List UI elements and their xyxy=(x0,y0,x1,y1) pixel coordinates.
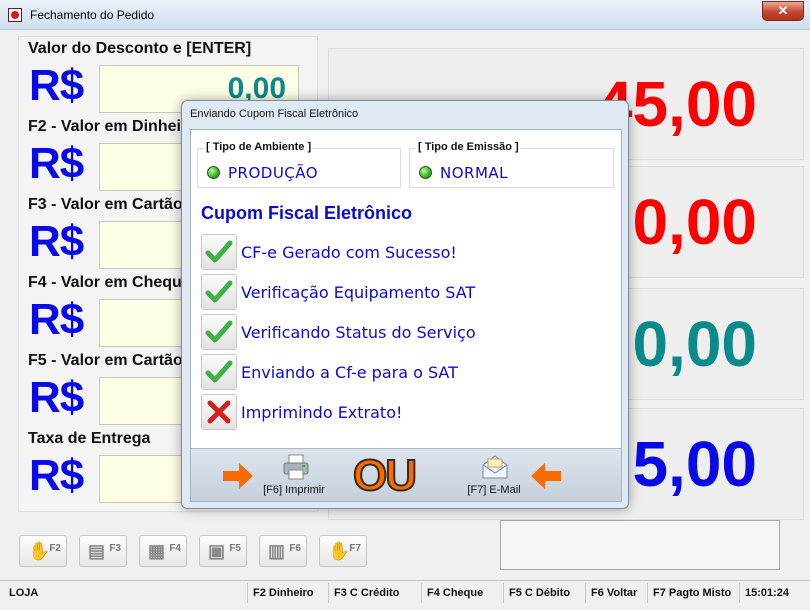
app-icon xyxy=(8,8,22,22)
cash-payment-button[interactable]: ✋ F2 xyxy=(19,535,67,567)
mixed-payment-button[interactable]: ✋ F7 xyxy=(319,535,367,567)
function-key-label: F6 xyxy=(289,543,301,554)
debit-card-payment-button[interactable]: ▣ F5 xyxy=(199,535,247,567)
check-icon xyxy=(201,274,237,310)
delivery-fee-label: Taxa de Entrega xyxy=(28,430,151,447)
message-box xyxy=(500,520,780,570)
credit-card-label: F3 - Valor em Cartão xyxy=(28,196,183,213)
arrow-left-icon xyxy=(531,463,561,489)
function-key-label: F7 xyxy=(349,543,361,554)
status-f5: F5 C Débito xyxy=(503,583,570,603)
step-row: Verificação Equipamento SAT xyxy=(201,274,621,310)
dialog-footer: [F6] Imprimir OU [F7] E-Mail xyxy=(191,448,621,501)
debit-card-icon: ▣ xyxy=(208,541,226,561)
step-text: Verificando Status do Serviço xyxy=(241,323,476,342)
status-f4: F4 Cheque xyxy=(421,583,483,603)
error-x-icon xyxy=(201,394,237,430)
ambiente-value: PRODUÇÃO xyxy=(228,164,319,182)
function-key-label: F3 xyxy=(109,543,121,554)
currency-symbol: R$ xyxy=(29,295,84,344)
status-clock: 15:01:24 xyxy=(739,583,789,603)
step-row: Imprimindo Extrato! xyxy=(201,394,621,430)
status-store: LOJA xyxy=(9,587,39,599)
step-text: Verificação Equipamento SAT xyxy=(241,283,476,302)
dialog-body: [ Tipo de Ambiente ] PRODUÇÃO [ Tipo de … xyxy=(190,129,622,502)
status-f2: F2 Dinheiro xyxy=(247,583,314,603)
status-f3: F3 C Crédito xyxy=(328,583,399,603)
currency-symbol: R$ xyxy=(29,217,84,266)
printer-icon xyxy=(283,454,309,480)
debit-card-label: F5 - Valor em Cartão xyxy=(28,352,183,369)
check-icon xyxy=(201,234,237,270)
email-label: [F7] E-Mail xyxy=(467,484,521,496)
emissao-label: [ Tipo de Emissão ] xyxy=(416,141,521,153)
return-button[interactable]: ▥ F6 xyxy=(259,535,307,567)
email-button[interactable]: [F7] E-Mail xyxy=(449,451,539,499)
currency-symbol: R$ xyxy=(29,373,84,422)
function-key-label: F4 xyxy=(169,543,181,554)
ambiente-group: [ Tipo de Ambiente ] PRODUÇÃO xyxy=(197,141,401,188)
step-row: CF-e Gerado com Sucesso! xyxy=(201,234,621,270)
sat-dialog: Enviando Cupom Fiscal Eletrônico [ Tipo … xyxy=(181,100,629,509)
step-text: Enviando a Cf-e para o SAT xyxy=(241,363,458,382)
remaining-value: 0,00 xyxy=(632,308,757,380)
function-key-label: F5 xyxy=(229,543,241,554)
check-book-icon: ▦ xyxy=(148,541,166,561)
window-title: Fechamento do Pedido xyxy=(30,8,155,22)
cfe-heading: Cupom Fiscal Eletrônico xyxy=(201,203,413,223)
status-f6: F6 Voltar xyxy=(585,583,637,603)
currency-symbol: R$ xyxy=(29,139,84,188)
currency-symbol: R$ xyxy=(29,451,84,500)
card-visa-icon: ▤ xyxy=(88,541,106,561)
dialog-title: Enviando Cupom Fiscal Eletrônico xyxy=(190,108,359,120)
status-bar: LOJA F2 Dinheiro F3 C Crédito F4 Cheque … xyxy=(0,580,810,604)
ambiente-label: [ Tipo de Ambiente ] xyxy=(204,141,314,153)
return-icon: ▥ xyxy=(268,541,286,561)
emissao-group: [ Tipo de Emissão ] NORMAL xyxy=(409,141,614,188)
discount-label: Valor do Desconto e [ENTER] xyxy=(28,40,252,57)
step-row: Verificando Status do Serviço xyxy=(201,314,621,350)
credit-card-payment-button[interactable]: ▤ F3 xyxy=(79,535,127,567)
cash-hand-icon: ✋ xyxy=(28,541,51,561)
check-payment-button[interactable]: ▦ F4 xyxy=(139,535,187,567)
function-key-label: F2 xyxy=(49,543,61,554)
step-text: CF-e Gerado com Sucesso! xyxy=(241,243,457,262)
mixed-payment-icon: ✋ xyxy=(328,541,351,561)
step-text: Imprimindo Extrato! xyxy=(241,403,403,422)
window-titlebar: Fechamento do Pedido ✕ xyxy=(0,0,810,30)
check-icon xyxy=(201,314,237,350)
cash-label: F2 - Valor em Dinheiro xyxy=(28,118,197,135)
or-label: OU xyxy=(352,450,418,501)
status-led-icon xyxy=(419,166,432,179)
close-button[interactable]: ✕ xyxy=(762,1,804,21)
check-icon xyxy=(201,354,237,390)
paid-value: 0,00 xyxy=(632,186,757,258)
check-label: F4 - Valor em Cheque xyxy=(28,274,191,291)
emissao-value: NORMAL xyxy=(440,164,509,182)
change-value: 5,00 xyxy=(632,428,757,500)
step-row: Enviando a Cf-e para o SAT xyxy=(201,354,621,390)
print-button[interactable]: [F6] Imprimir xyxy=(249,451,339,499)
envelope-icon xyxy=(482,455,508,479)
status-f7: F7 Pagto Misto xyxy=(647,583,731,603)
status-led-icon xyxy=(207,166,220,179)
currency-symbol: R$ xyxy=(29,61,84,110)
print-label: [F6] Imprimir xyxy=(263,484,325,496)
